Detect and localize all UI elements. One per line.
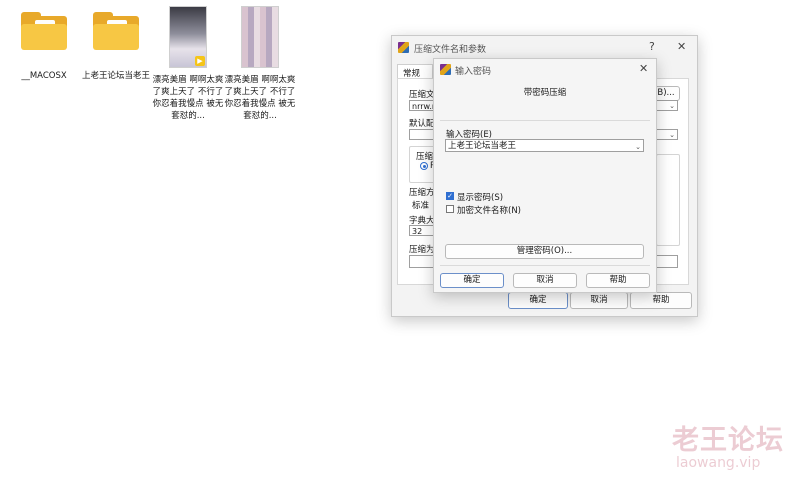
chevron-down-icon[interactable]: ⌄ — [635, 141, 641, 151]
divider — [440, 120, 650, 121]
watermark-text: 老王论坛 — [672, 425, 784, 456]
desktop-item-laowang-folder[interactable]: 上老王论坛当老王 — [81, 12, 151, 82]
set-password-field-tail[interactable] — [656, 255, 678, 268]
divider — [440, 265, 650, 266]
folder-icon — [93, 12, 139, 50]
desktop-item-label: 漂亮美眉 啊啊太爽了爽上天了 不行了 你忍着我慢点 被无套怼的... — [224, 75, 296, 121]
help-icon[interactable]: ? — [649, 40, 655, 53]
show-password-label: 显示密码(S) — [457, 193, 504, 203]
update-mode-dropdown-tail[interactable]: ⌄ — [656, 129, 678, 140]
play-icon: ▶ — [195, 56, 205, 66]
compression-method-value[interactable]: 标准 — [412, 199, 429, 211]
cancel-button[interactable]: 取消 — [513, 273, 577, 288]
archive-name-label: 压缩文 — [409, 90, 435, 100]
split-volumes-label: 压缩为 — [409, 245, 435, 255]
winrar-icon — [398, 42, 409, 53]
password-dialog: 输入密码 ✕ 带密码压缩 输入密码(E) 上老王论坛当老王 ⌄ ✓ 显示密码(S… — [433, 58, 657, 293]
dialog-title: 输入密码 — [455, 67, 492, 77]
manage-passwords-button[interactable]: 管理密码(O)... — [445, 244, 644, 259]
tab-general[interactable]: 常规 — [397, 64, 433, 79]
password-value: 上老王论坛当老王 — [448, 141, 517, 151]
dialog-titlebar[interactable]: 压缩文件名和参数 ? ✕ — [392, 36, 697, 58]
default-profile-label: 默认配 — [409, 119, 435, 129]
compression-method-label: 压缩方 — [409, 188, 435, 198]
show-password-checkbox[interactable]: ✓ — [446, 192, 454, 200]
archive-options-group — [656, 154, 680, 246]
winrar-icon — [440, 64, 451, 75]
desktop-item-image-file[interactable]: 漂亮美眉 啊啊太爽了爽上天了 不行了 你忍着我慢点 被无套怼的... — [224, 6, 296, 122]
password-input[interactable]: 上老王论坛当老王 ⌄ — [445, 139, 644, 152]
encrypt-names-label: 加密文件名称(N) — [457, 206, 521, 216]
ok-button[interactable]: 确定 — [440, 273, 504, 288]
rar-radio[interactable] — [420, 162, 428, 170]
desktop-item-macosx-folder[interactable]: __MACOSX — [9, 12, 79, 82]
desktop-item-video-file[interactable]: ▶ 漂亮美眉 啊啊太爽了爽上天了 不行了 你忍着我慢点 被无套怼的... — [152, 6, 224, 122]
image-thumbnail — [241, 6, 279, 68]
help-button[interactable]: 帮助 — [630, 292, 692, 309]
ok-button[interactable]: 确定 — [508, 292, 568, 309]
desktop-item-label: 上老王论坛当老王 — [81, 71, 150, 81]
help-button[interactable]: 帮助 — [586, 273, 650, 288]
watermark-url: laowang.vip — [676, 455, 761, 471]
dialog-title: 压缩文件名和参数 — [414, 45, 487, 55]
close-icon[interactable]: ✕ — [677, 40, 686, 53]
video-thumbnail: ▶ — [169, 6, 207, 68]
encrypt-names-checkbox[interactable] — [446, 205, 454, 213]
desktop-item-label: __MACOSX — [21, 71, 67, 81]
folder-icon — [21, 12, 67, 50]
password-heading: 带密码压缩 — [523, 88, 567, 98]
dialog-titlebar[interactable]: 输入密码 ✕ — [434, 59, 656, 81]
desktop-item-label: 漂亮美眉 啊啊太爽了爽上天了 不行了 你忍着我慢点 被无套怼的... — [152, 75, 224, 121]
archive-name-dropdown-tail[interactable]: ⌄ — [656, 100, 678, 111]
cancel-button[interactable]: 取消 — [570, 292, 628, 309]
close-icon[interactable]: ✕ — [639, 62, 648, 75]
